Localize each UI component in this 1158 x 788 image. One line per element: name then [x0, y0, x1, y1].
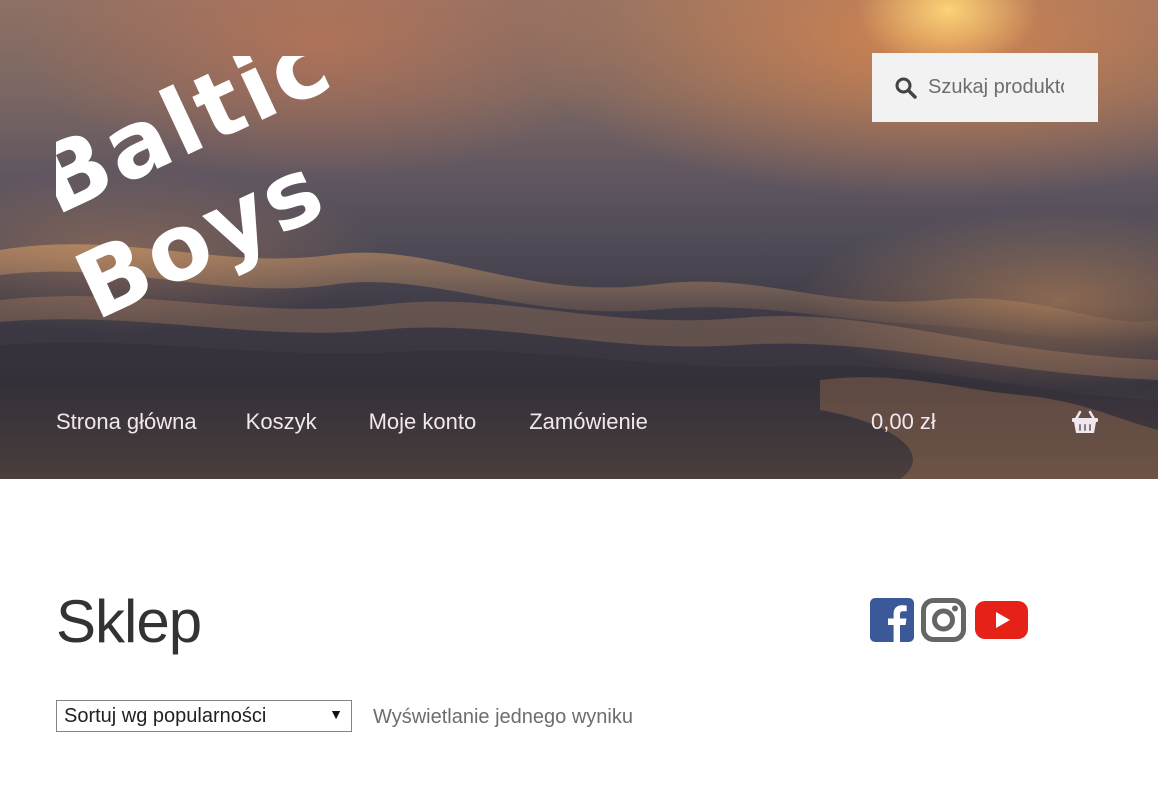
search-input[interactable] [928, 76, 1064, 99]
page-title: Sklep [56, 588, 202, 655]
nav-checkout[interactable]: Zamówienie [529, 406, 648, 438]
sort-selected-value: Sortuj wg popularności [64, 704, 267, 727]
baltic-boys-logo: Baltic Boys [20, 7, 348, 341]
main-navigation: Strona główna Koszyk Moje konto Zamówien… [56, 406, 697, 438]
instagram-icon[interactable] [921, 598, 966, 642]
result-count: Wyświetlanie jednego wyniku [373, 706, 633, 728]
youtube-icon[interactable] [975, 599, 1028, 641]
cart-total[interactable]: 0,00 zł [871, 406, 936, 438]
facebook-icon[interactable] [870, 598, 914, 642]
product-search [872, 53, 1098, 122]
dropdown-arrow-icon: ▼ [329, 706, 343, 722]
site-header: Baltic Boys Strona główna Koszyk Moje ko… [0, 0, 1158, 479]
nav-cart[interactable]: Koszyk [246, 406, 317, 438]
sort-select[interactable]: Sortuj wg popularności ▼ [56, 700, 352, 732]
nav-home[interactable]: Strona główna [56, 406, 197, 438]
site-logo[interactable]: Baltic Boys [20, 7, 408, 341]
search-icon[interactable] [894, 76, 918, 100]
basket-icon[interactable] [1071, 410, 1099, 434]
nav-my-account[interactable]: Moje konto [369, 406, 477, 438]
